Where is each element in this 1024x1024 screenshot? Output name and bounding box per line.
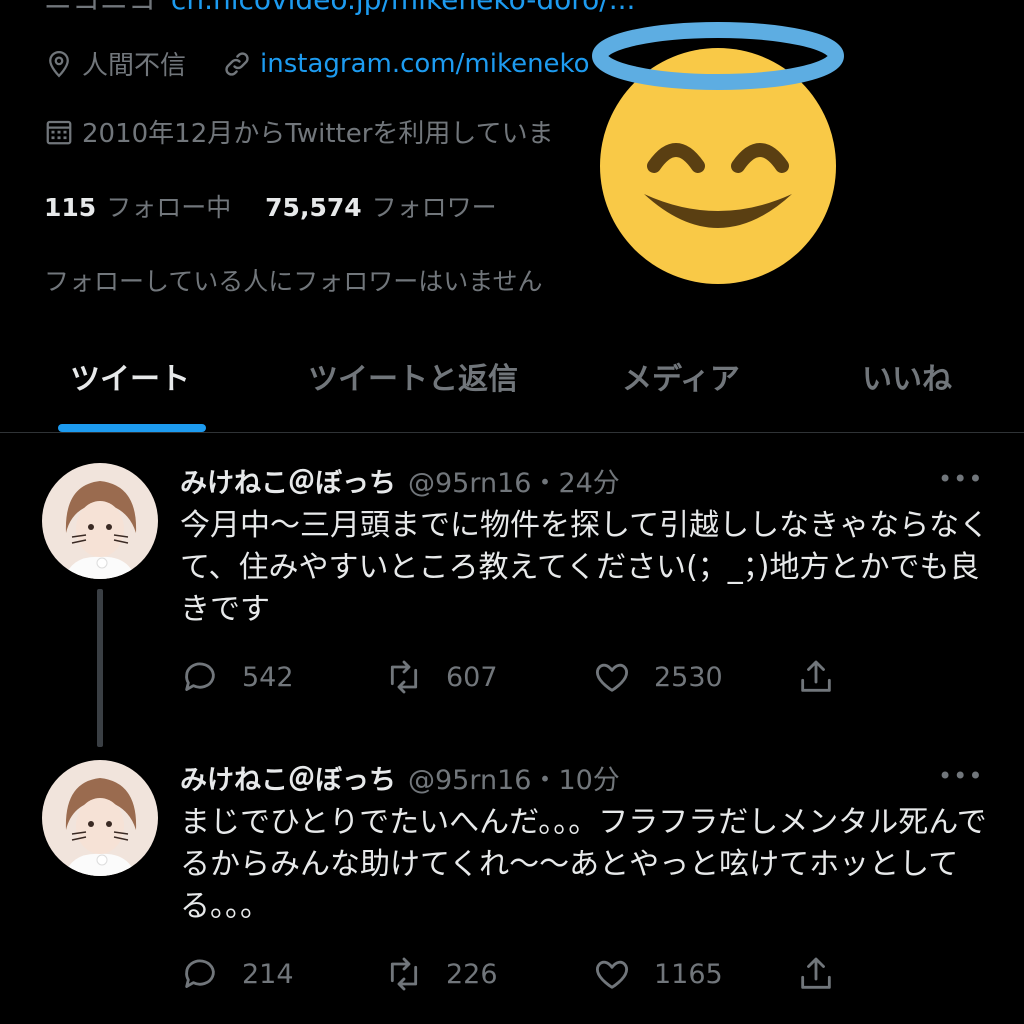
tweet-header: みけねこ＠ぼっち @95rn16・24分 [180,461,620,500]
following-label: フォロー中 [106,193,232,222]
website-link[interactable]: instagram.com/mikeneko [260,49,590,79]
like-icon [595,663,629,692]
retweet-count: 607 [446,661,498,693]
like-button[interactable]: 1165 [592,954,723,994]
followers-count: 75,574 [265,193,362,222]
followers-you-know: フォローしている人にフォロワーはいません [44,267,543,296]
tab-tweets[interactable]: ツイート [70,354,190,398]
handle-time: @95rn16・10分 [408,765,620,796]
tweet-text: 今月中〜三月頭までに物件を探して引越ししなきゃならなくて、住みやすいところ教えて… [180,508,990,627]
share-button[interactable] [796,954,858,994]
reply-button[interactable]: 214 [180,954,294,994]
active-tab-indicator [58,424,206,432]
tab-media[interactable]: メディア [622,354,740,398]
reply-button[interactable]: 542 [180,657,294,697]
like-count: 1165 [654,958,723,990]
tab-likes[interactable]: いいね [862,354,952,398]
more-icon[interactable]: ••• [938,762,983,790]
more-icon[interactable]: ••• [938,465,983,493]
share-icon [801,660,831,692]
tab-tweets-replies[interactable]: ツイートと返信 [308,354,518,398]
joined-text: 2010年12月からTwitterを利用していま [82,119,554,149]
reply-count: 542 [242,661,294,693]
location-text: 人間不信 [82,51,187,81]
following-count: 115 [44,193,97,222]
profile-tabs: ツイート ツイートと返信 メディア いいね [0,340,1024,433]
retweet-count: 226 [446,958,498,990]
follow-counts: 115 フォロー中 75,574 フォロワー [44,188,523,224]
tweet-text: まじでひとりでたいへんだ。。。フラフラだしメンタル死んでるからみんな助けてくれ〜… [180,805,987,924]
following-link[interactable]: 115 フォロー中 [44,193,265,222]
like-count: 2530 [654,661,723,693]
avatar[interactable] [42,463,158,579]
location-icon [49,50,69,77]
reply-icon [185,662,215,691]
tweet-header: みけねこ＠ぼっち @95rn16・10分 [180,758,620,797]
link-icon [225,51,249,76]
like-button[interactable]: 2530 [592,657,723,697]
reply-icon [185,959,215,988]
halo-smile-emoji [592,22,844,284]
reply-count: 214 [242,958,294,990]
joined-row: 2010年12月からTwitterを利用していま [44,113,554,150]
retweet-button[interactable]: 607 [384,657,498,697]
retweet-button[interactable]: 226 [384,954,498,994]
display-name[interactable]: みけねこ＠ぼっち [180,468,396,499]
followers-link[interactable]: 75,574 フォロワー [265,193,523,222]
nico-link-row: ニコニコ ch.nicovideo.jp/mikeneko-doro/... [44,0,635,18]
nico-prefix: ニコニコ [44,0,156,16]
thread-line [97,589,103,747]
nico-link[interactable]: ch.nicovideo.jp/mikeneko-doro/... [171,0,635,16]
location-website-row: 人間不信 instagram.com/mikeneko [44,45,626,82]
retweet-icon [390,957,418,991]
avatar[interactable] [42,760,158,876]
calendar-icon [46,120,72,144]
share-button[interactable] [796,657,858,697]
followers-label: フォロワー [371,193,497,222]
tweet-actions: 542 607 2530 [180,657,880,697]
retweet-icon [390,660,418,694]
share-icon [801,957,831,989]
like-icon [595,960,629,989]
tweet-actions: 214 226 1165 [180,954,880,994]
handle-time: @95rn16・24分 [408,468,620,499]
display-name[interactable]: みけねこ＠ぼっち [180,765,396,796]
